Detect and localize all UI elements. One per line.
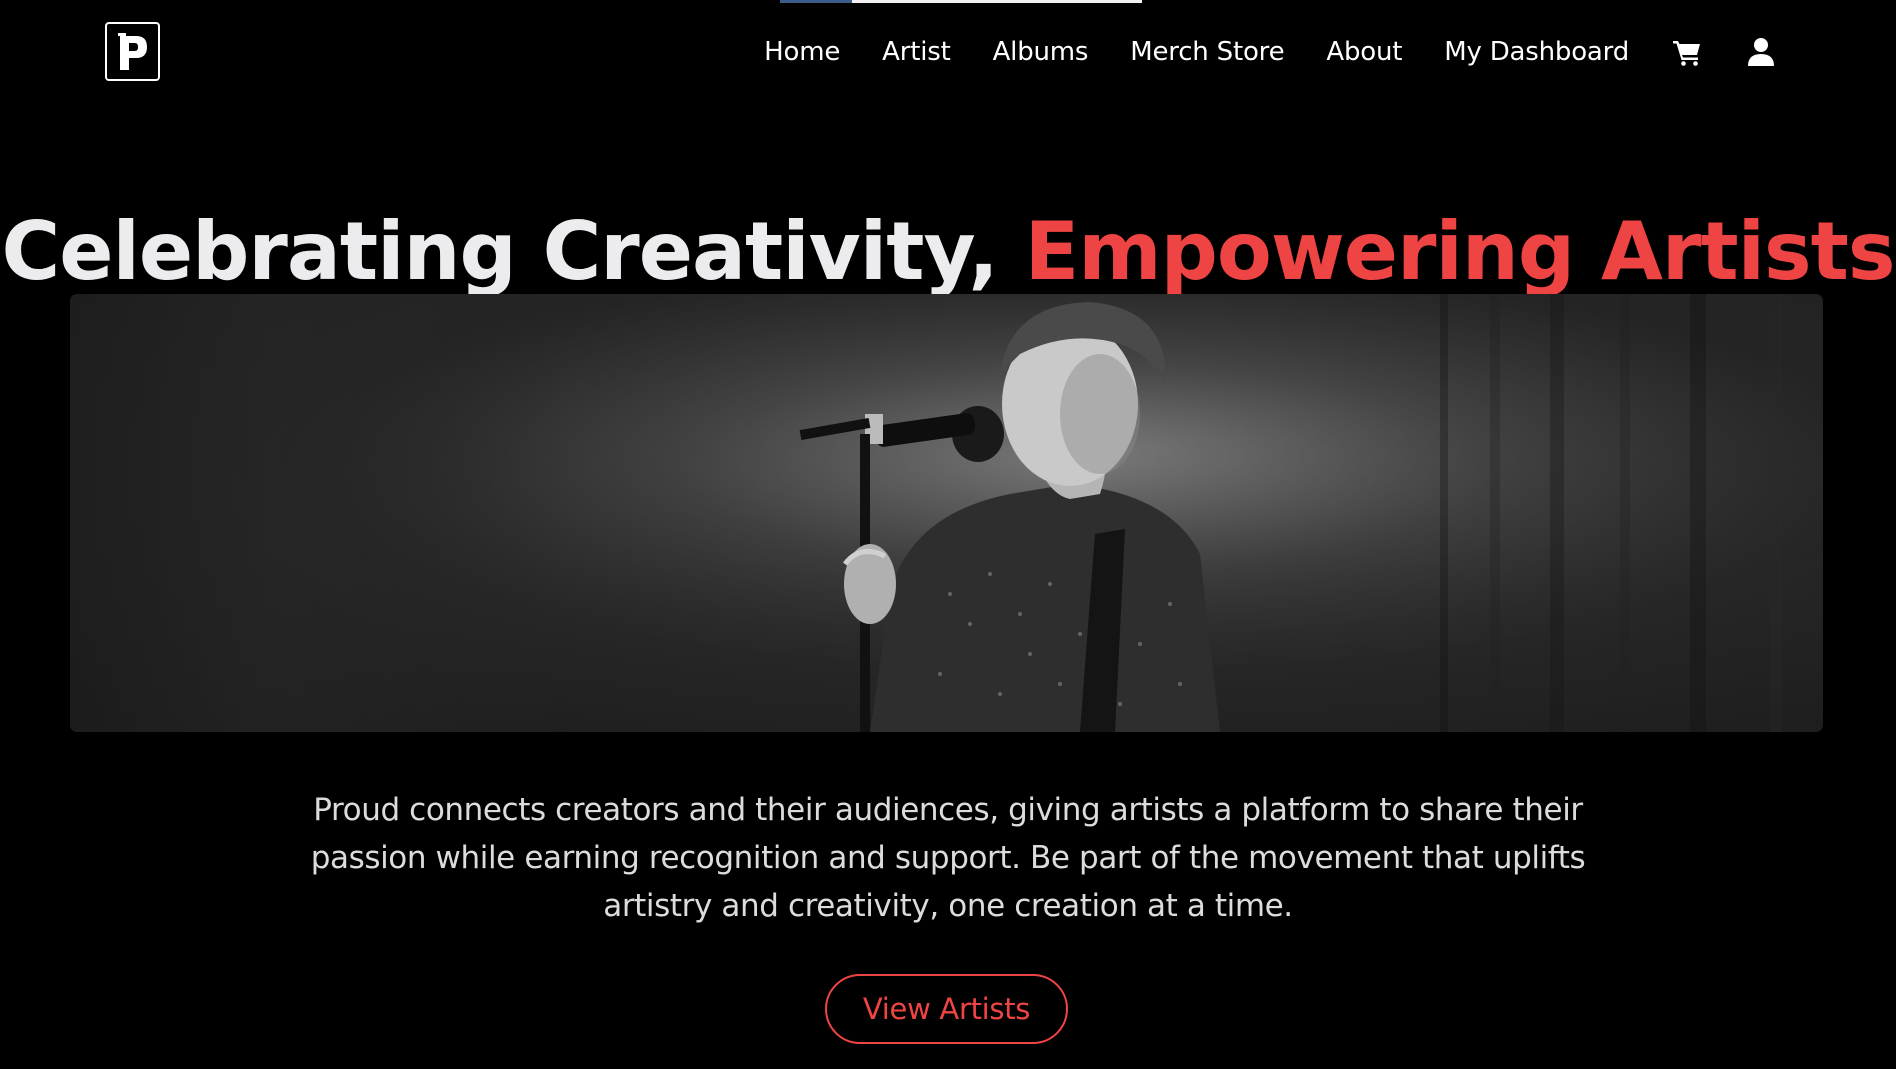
view-artists-button[interactable]: View Artists (825, 974, 1068, 1044)
logo-icon (117, 32, 147, 70)
nav-about[interactable]: About (1305, 37, 1423, 67)
hero-title-part2: Empowering Artists (1024, 205, 1896, 298)
nav-my-dashboard[interactable]: My Dashboard (1423, 37, 1650, 67)
hero-title-part1: Celebrating Creativity, (1, 205, 1025, 298)
hero-title: Celebrating Creativity, Empowering Artis… (0, 204, 1896, 300)
navbar: Home Artist Albums Merch Store About My … (0, 0, 1896, 106)
singer-photo (70, 294, 1823, 732)
nav-albums[interactable]: Albums (972, 37, 1110, 67)
nav-artist[interactable]: Artist (861, 37, 971, 67)
page: Home Artist Albums Merch Store About My … (0, 0, 1896, 1069)
nav-home[interactable]: Home (743, 37, 861, 67)
cart-icon (1673, 41, 1700, 66)
user-icon (1748, 38, 1774, 66)
logo[interactable] (105, 22, 160, 81)
hero-image (70, 294, 1823, 732)
hero-description: Proud connects creators and their audien… (310, 792, 1586, 924)
user-button[interactable] (1724, 36, 1798, 68)
nav-merch-store[interactable]: Merch Store (1109, 37, 1305, 67)
nav-links: Home Artist Albums Merch Store About My … (743, 30, 1798, 74)
cart-button[interactable] (1650, 36, 1724, 68)
